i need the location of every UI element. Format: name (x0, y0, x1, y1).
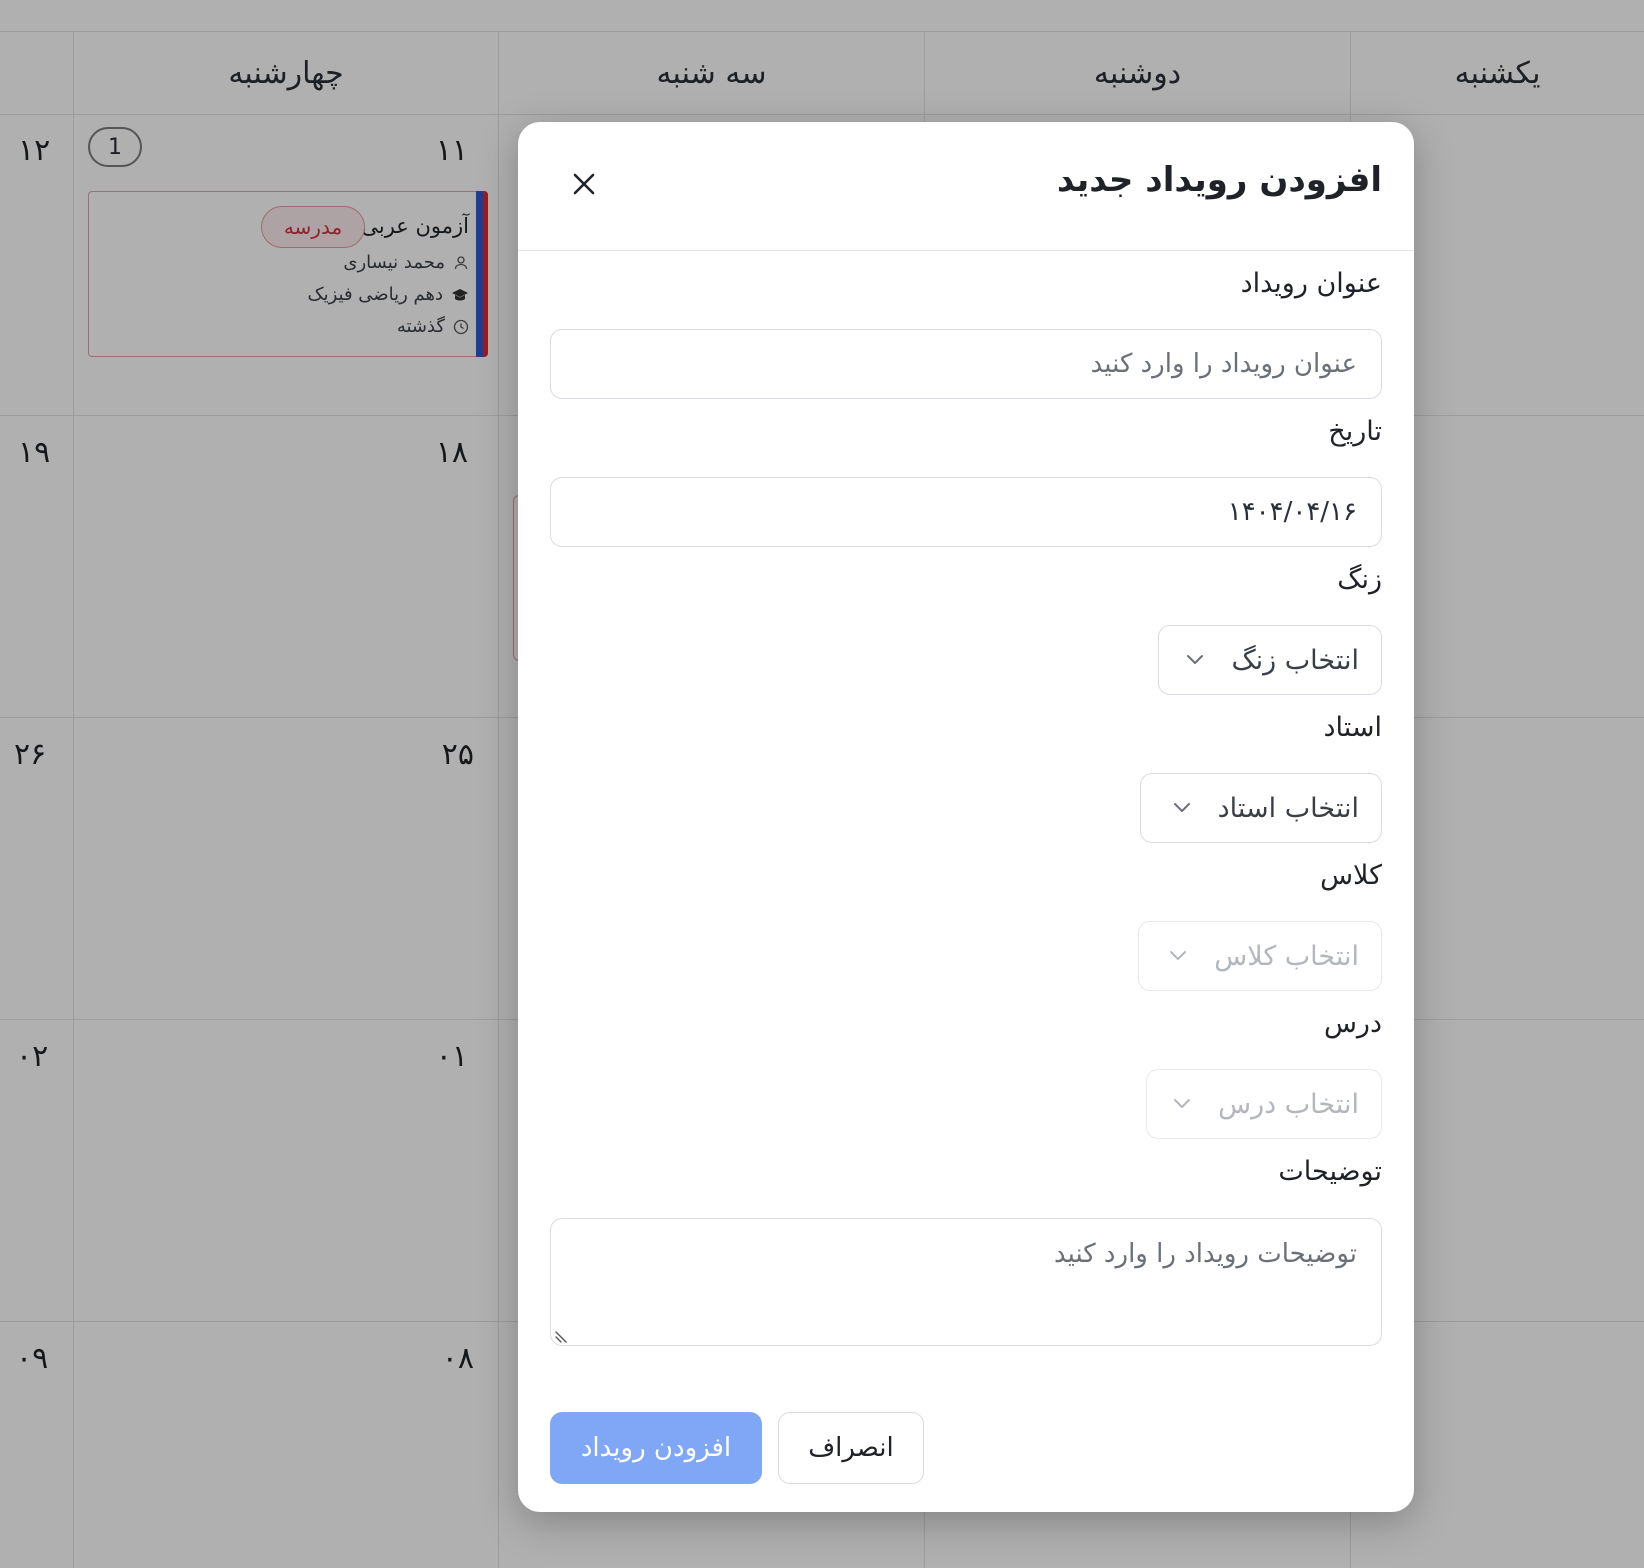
lesson-select[interactable]: انتخاب درس (1146, 1069, 1382, 1139)
event-title-input[interactable] (550, 329, 1382, 399)
close-icon (573, 173, 595, 195)
date-label: تاریخ (1328, 416, 1382, 447)
bell-label: زنگ (1337, 564, 1382, 595)
teacher-label: استاد (1323, 712, 1382, 743)
resize-handle-icon[interactable] (554, 1328, 570, 1344)
description-textarea[interactable] (550, 1218, 1382, 1346)
chevron-down-icon (1174, 1099, 1191, 1108)
bell-select[interactable]: انتخاب زنگ (1158, 625, 1382, 695)
description-label: توضیحات (1278, 1156, 1382, 1187)
cancel-button[interactable]: انصراف (778, 1412, 924, 1484)
lesson-select-value: انتخاب درس (1218, 1088, 1359, 1120)
class-label: کلاس (1320, 860, 1382, 891)
dialog-header: افزودن رویداد جدید (518, 122, 1414, 251)
class-select[interactable]: انتخاب کلاس (1138, 921, 1382, 991)
add-event-dialog: افزودن رویداد جدید عنوان رویداد تاریخ زن… (518, 122, 1414, 1512)
bell-select-value: انتخاب زنگ (1231, 644, 1359, 676)
add-event-button[interactable]: افزودن رویداد (550, 1412, 762, 1484)
chevron-down-icon (1187, 655, 1204, 664)
event-title-label: عنوان رویداد (1240, 268, 1382, 299)
class-select-value: انتخاب کلاس (1214, 940, 1359, 972)
chevron-down-icon (1170, 951, 1187, 960)
close-button[interactable] (566, 166, 602, 202)
dialog-title: افزودن رویداد جدید (1056, 160, 1382, 200)
date-input[interactable] (550, 477, 1382, 547)
chevron-down-icon (1173, 803, 1190, 812)
teacher-select[interactable]: انتخاب استاد (1140, 773, 1382, 843)
lesson-label: درس (1323, 1008, 1382, 1039)
teacher-select-value: انتخاب استاد (1217, 792, 1359, 824)
